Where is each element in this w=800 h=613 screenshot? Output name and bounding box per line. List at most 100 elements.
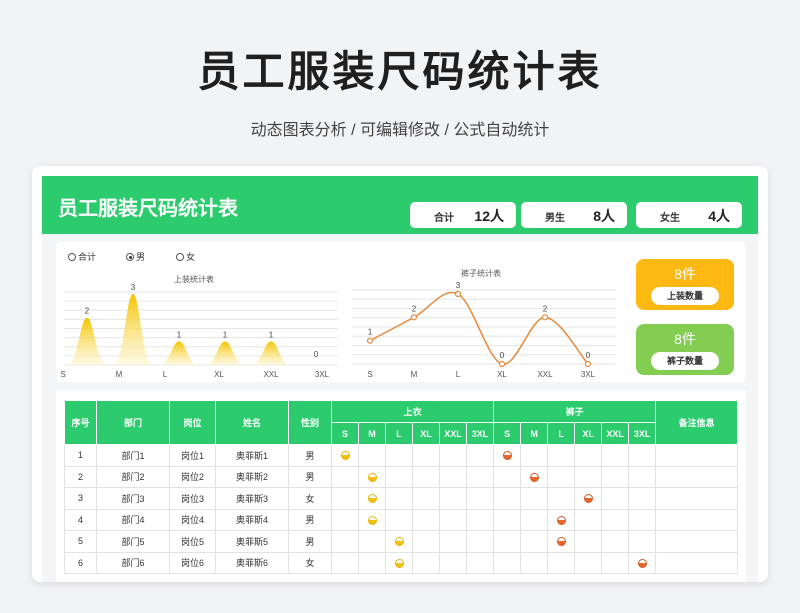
- cell-no[interactable]: 5: [64, 530, 97, 553]
- cell-no[interactable]: 2: [64, 465, 97, 488]
- cell-pants-size[interactable]: [493, 465, 522, 488]
- cell-dept[interactable]: 部门5: [96, 530, 170, 553]
- cell-top-size[interactable]: [412, 508, 440, 531]
- cell-pants-size[interactable]: [628, 487, 657, 510]
- cell-pants-size[interactable]: [574, 465, 603, 488]
- cell-no[interactable]: 3: [64, 487, 97, 510]
- cell-pants-size[interactable]: [574, 551, 603, 574]
- cell-top-size[interactable]: [465, 551, 495, 574]
- cell-top-size[interactable]: [385, 465, 413, 488]
- cell-top-size[interactable]: [358, 465, 386, 488]
- cell-post[interactable]: 岗位3: [169, 487, 216, 510]
- filter-option-total[interactable]: 合计: [68, 250, 96, 263]
- cell-top-size[interactable]: [331, 530, 359, 553]
- cell-top-size[interactable]: [439, 465, 467, 488]
- cell-gender[interactable]: 男: [288, 508, 332, 531]
- cell-name[interactable]: 奥菲斯5: [215, 530, 289, 553]
- cell-pants-size[interactable]: [547, 487, 576, 510]
- filter-option-female[interactable]: 女: [176, 250, 195, 263]
- cell-top-size[interactable]: [412, 530, 440, 553]
- cell-name[interactable]: 奥菲斯1: [215, 444, 289, 467]
- cell-top-size[interactable]: [412, 465, 440, 488]
- cell-top-size[interactable]: [385, 487, 413, 510]
- cell-name[interactable]: 奥菲斯6: [215, 551, 289, 574]
- cell-pants-size[interactable]: [520, 530, 549, 553]
- cell-pants-size[interactable]: [601, 487, 630, 510]
- cell-top-size[interactable]: [331, 487, 359, 510]
- cell-top-size[interactable]: [331, 444, 359, 467]
- cell-pants-size[interactable]: [574, 508, 603, 531]
- cell-pants-size[interactable]: [547, 551, 576, 574]
- cell-notes[interactable]: [655, 465, 738, 488]
- cell-top-size[interactable]: [358, 551, 386, 574]
- cell-top-size[interactable]: [385, 530, 413, 553]
- cell-notes[interactable]: [655, 530, 738, 553]
- cell-no[interactable]: 4: [64, 508, 97, 531]
- cell-pants-size[interactable]: [601, 530, 630, 553]
- cell-pants-size[interactable]: [628, 551, 657, 574]
- filter-option-male[interactable]: 男: [126, 250, 145, 263]
- cell-pants-size[interactable]: [520, 487, 549, 510]
- cell-dept[interactable]: 部门6: [96, 551, 170, 574]
- cell-pants-size[interactable]: [493, 530, 522, 553]
- cell-top-size[interactable]: [331, 508, 359, 531]
- cell-pants-size[interactable]: [574, 444, 603, 467]
- cell-top-size[interactable]: [439, 444, 467, 467]
- cell-no[interactable]: 6: [64, 551, 97, 574]
- cell-no[interactable]: 1: [64, 444, 97, 467]
- cell-top-size[interactable]: [358, 444, 386, 467]
- cell-post[interactable]: 岗位1: [169, 444, 216, 467]
- cell-pants-size[interactable]: [601, 465, 630, 488]
- cell-top-size[interactable]: [465, 465, 495, 488]
- cell-top-size[interactable]: [465, 444, 495, 467]
- cell-pants-size[interactable]: [628, 530, 657, 553]
- cell-pants-size[interactable]: [493, 444, 522, 467]
- cell-gender[interactable]: 女: [288, 487, 332, 510]
- cell-pants-size[interactable]: [547, 508, 576, 531]
- cell-post[interactable]: 岗位5: [169, 530, 216, 553]
- cell-top-size[interactable]: [358, 530, 386, 553]
- cell-top-size[interactable]: [331, 551, 359, 574]
- cell-top-size[interactable]: [385, 444, 413, 467]
- cell-top-size[interactable]: [412, 444, 440, 467]
- cell-top-size[interactable]: [358, 487, 386, 510]
- cell-notes[interactable]: [655, 508, 738, 531]
- cell-dept[interactable]: 部门3: [96, 487, 170, 510]
- cell-top-size[interactable]: [439, 551, 467, 574]
- cell-notes[interactable]: [655, 551, 738, 574]
- cell-pants-size[interactable]: [628, 444, 657, 467]
- cell-pants-size[interactable]: [520, 465, 549, 488]
- cell-pants-size[interactable]: [601, 551, 630, 574]
- cell-top-size[interactable]: [412, 487, 440, 510]
- cell-top-size[interactable]: [331, 465, 359, 488]
- cell-pants-size[interactable]: [493, 487, 522, 510]
- cell-top-size[interactable]: [439, 530, 467, 553]
- cell-pants-size[interactable]: [493, 508, 522, 531]
- cell-name[interactable]: 奥菲斯2: [215, 465, 289, 488]
- cell-notes[interactable]: [655, 487, 738, 510]
- cell-top-size[interactable]: [385, 551, 413, 574]
- cell-pants-size[interactable]: [574, 530, 603, 553]
- cell-dept[interactable]: 部门2: [96, 465, 170, 488]
- cell-post[interactable]: 岗位6: [169, 551, 216, 574]
- cell-top-size[interactable]: [465, 508, 495, 531]
- cell-name[interactable]: 奥菲斯4: [215, 508, 289, 531]
- cell-dept[interactable]: 部门1: [96, 444, 170, 467]
- cell-dept[interactable]: 部门4: [96, 508, 170, 531]
- cell-top-size[interactable]: [358, 508, 386, 531]
- cell-gender[interactable]: 女: [288, 551, 332, 574]
- cell-pants-size[interactable]: [601, 508, 630, 531]
- cell-pants-size[interactable]: [520, 508, 549, 531]
- cell-pants-size[interactable]: [628, 465, 657, 488]
- cell-top-size[interactable]: [385, 508, 413, 531]
- cell-post[interactable]: 岗位4: [169, 508, 216, 531]
- cell-top-size[interactable]: [465, 487, 495, 510]
- cell-pants-size[interactable]: [628, 508, 657, 531]
- cell-top-size[interactable]: [439, 508, 467, 531]
- cell-name[interactable]: 奥菲斯3: [215, 487, 289, 510]
- cell-gender[interactable]: 男: [288, 465, 332, 488]
- cell-notes[interactable]: [655, 444, 738, 467]
- cell-gender[interactable]: 男: [288, 444, 332, 467]
- cell-pants-size[interactable]: [520, 551, 549, 574]
- cell-pants-size[interactable]: [520, 444, 549, 467]
